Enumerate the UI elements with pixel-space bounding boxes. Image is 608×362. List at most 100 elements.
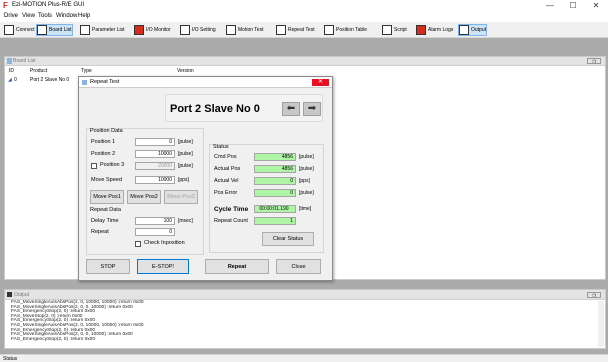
position1-input[interactable]: 0: [135, 138, 175, 146]
emergency-stop-button[interactable]: E-STOP!: [137, 259, 189, 274]
alarm-logs-button[interactable]: Alarm Logs: [416, 24, 453, 36]
col-type: Type: [81, 68, 92, 74]
col-id: ID: [9, 68, 14, 74]
check-inposition-label: Check Inposition: [144, 240, 185, 246]
actual-pos-unit: [pulse]: [299, 166, 314, 172]
col-product: Product: [30, 68, 48, 74]
dialog-title-bar: Repeat Test ✕: [79, 77, 332, 88]
output-button[interactable]: Output: [458, 24, 488, 36]
actual-vel-label: Actual Vel: [214, 178, 239, 184]
app-logo-icon: F: [3, 1, 8, 10]
position2-input[interactable]: 10000: [135, 150, 175, 158]
slave-name: Port 2 Slave No 0: [170, 103, 260, 115]
pos-error-label: Pos Error: [214, 190, 238, 196]
menu-view[interactable]: View: [22, 13, 35, 19]
io-setting-button[interactable]: I/O Setting: [180, 24, 216, 36]
drive-icon: ◢: [8, 77, 12, 83]
script-button[interactable]: Script: [382, 24, 407, 36]
repeat-count-value: 1: [254, 217, 296, 225]
position-table-button[interactable]: Position Table: [324, 24, 367, 36]
menu-help[interactable]: Help: [78, 13, 90, 19]
parameter-list-icon: [80, 25, 90, 35]
col-version: Version: [177, 68, 194, 74]
slave-selector: Port 2 Slave No 0 ⬅ ➡: [165, 94, 323, 122]
menu-drive[interactable]: Drive: [4, 13, 18, 19]
log-line: FAS_EmergencyStop(2, 0) :return 0x00: [11, 336, 95, 342]
close-button[interactable]: Close: [276, 259, 321, 274]
position2-label: Position 2: [91, 151, 116, 157]
cycle-time-unit: [time]: [299, 206, 312, 212]
output-header: Output ❐: [5, 290, 605, 300]
delay-time-input[interactable]: 100: [135, 217, 175, 225]
output-scrollbar[interactable]: [598, 301, 604, 347]
repeat-test-dialog: Repeat Test ✕ Port 2 Slave No 0 ⬅ ➡ Posi…: [78, 76, 333, 281]
status-title: Status: [213, 144, 229, 150]
dialog-close-button[interactable]: ✕: [312, 79, 329, 86]
output-log: FAS_MoveSingleAxisAbsPos(2, 0, 10000, 10…: [11, 300, 581, 342]
position1-unit: [pulse]: [178, 139, 193, 145]
output-panel-icon: [7, 292, 12, 297]
move-speed-input[interactable]: 10000: [135, 176, 175, 184]
repeat-data-group: Repeat Data Delay Time 100 [msec] Repeat…: [86, 207, 204, 255]
repeat-test-button[interactable]: Repeat Test: [276, 24, 315, 36]
output-panel: Output ❐ FAS_MoveSingleAxisAbsPos(2, 0, …: [4, 289, 606, 349]
repeat-input[interactable]: 0: [135, 228, 175, 236]
actual-pos-label: Actual Pos: [214, 166, 241, 172]
position3-label: Position 3: [100, 162, 125, 168]
connect-icon: [4, 25, 14, 35]
move-pos2-button[interactable]: Move Pos2: [127, 190, 161, 204]
delay-time-label: Delay Time: [91, 218, 119, 224]
connect-button[interactable]: Connect: [4, 24, 35, 36]
board-list-title: Board List: [13, 58, 36, 64]
motion-test-icon: [226, 25, 236, 35]
move-pos1-button[interactable]: Move Pos1: [90, 190, 124, 204]
menu-window[interactable]: Window: [56, 13, 77, 19]
repeat-count-label: Repeat Count: [214, 218, 248, 224]
status-group: Status Cmd Pos 4856 [pulse] Actual Pos 4…: [209, 144, 324, 253]
close-window-button[interactable]: ✕: [586, 0, 606, 12]
board-row-id: 0: [14, 77, 17, 83]
prev-slave-button[interactable]: ⬅: [282, 102, 300, 116]
board-list-button[interactable]: Board List: [36, 24, 73, 36]
cycle-time-value: 00:00:01.190: [254, 205, 296, 213]
output-title: Output: [14, 292, 30, 298]
minimize-button[interactable]: —: [540, 0, 560, 12]
check-inposition-checkbox[interactable]: [135, 241, 141, 247]
clear-status-button[interactable]: Clear Status: [262, 232, 314, 246]
cycle-time-label: Cycle Time: [214, 206, 249, 213]
position2-unit: [pulse]: [178, 151, 193, 157]
actual-vel-unit: [pps]: [299, 178, 310, 184]
script-icon: [382, 25, 392, 35]
position3-input: 20000: [135, 162, 175, 170]
io-setting-icon: [180, 25, 190, 35]
dialog-icon: [82, 80, 87, 85]
cmd-pos-unit: [pulse]: [299, 154, 314, 160]
parameter-list-button[interactable]: Parameter List: [80, 24, 125, 36]
pos-error-value: 0: [254, 189, 296, 197]
repeat-label: Repeat: [91, 229, 109, 235]
menu-bar: Drive View Tools Window Help: [0, 12, 608, 22]
maximize-button[interactable]: ☐: [563, 0, 583, 12]
board-list-icon: [37, 25, 47, 35]
repeat-button[interactable]: Repeat: [205, 259, 269, 274]
motion-test-button[interactable]: Motion Test: [226, 24, 263, 36]
io-monitor-button[interactable]: I/O Monitor: [134, 24, 171, 36]
position1-label: Position 1: [91, 139, 116, 145]
board-row-product: Port 2 Slave No 0: [30, 77, 70, 83]
move-speed-label: Move Speed: [91, 177, 122, 183]
toolbar: Connect Board List Parameter List I/O Mo…: [0, 22, 608, 38]
stop-button[interactable]: STOP: [86, 259, 130, 274]
output-icon: [459, 25, 469, 35]
title-bar: F Ezi-MOTION Plus-R/E GUI — ☐ ✕: [0, 0, 608, 12]
position-data-title: Position Data: [90, 128, 123, 134]
io-monitor-icon: [134, 25, 144, 35]
status-bar: Status: [0, 354, 608, 362]
menu-tools[interactable]: Tools: [38, 13, 52, 19]
window-title: Ezi-MOTION Plus-R/E GUI: [12, 2, 85, 8]
board-panel-restore-button[interactable]: ❐: [587, 58, 601, 64]
output-panel-restore-button[interactable]: ❐: [587, 292, 601, 298]
move-pos3-button: Move Pos3: [164, 190, 198, 204]
position3-checkbox[interactable]: [91, 163, 97, 169]
next-slave-button[interactable]: ➡: [303, 102, 321, 116]
cmd-pos-value: 4856: [254, 153, 296, 161]
